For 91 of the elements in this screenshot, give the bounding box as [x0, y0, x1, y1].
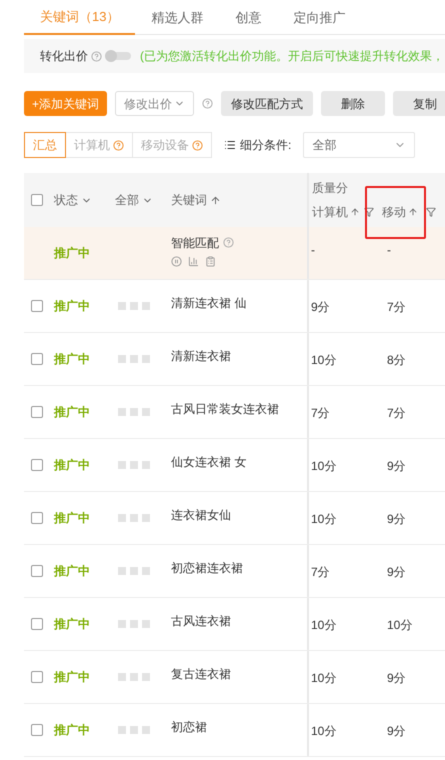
squares-icon: [118, 514, 150, 522]
column-header[interactable]: 全部: [115, 191, 153, 209]
table-cell-text: -: [311, 242, 315, 259]
pause-icon[interactable]: [171, 256, 182, 266]
table-cell-text: 10分: [311, 511, 336, 528]
table-cell-text: 7分: [387, 405, 406, 422]
filter-label: 细分条件:: [240, 137, 292, 154]
column-header: 质量分: [312, 180, 349, 197]
status-text: 推广中: [54, 563, 90, 580]
column-header[interactable]: 关键词: [171, 191, 221, 209]
squares-icon: [118, 461, 150, 469]
filter-select[interactable]: 全部: [303, 132, 416, 158]
table-cell-text: 8分: [387, 352, 406, 369]
keyword-text: 古风连衣裙: [171, 613, 232, 630]
keyword-text: 仙女连衣裙 女: [171, 454, 248, 471]
status-text: 推广中: [54, 510, 90, 527]
table-cell-text: 7分: [387, 299, 406, 316]
table-cell-text: 10分: [311, 352, 336, 369]
checkbox[interactable]: [31, 300, 43, 312]
status-text: 推广中: [54, 351, 90, 368]
status-text: 推广中: [54, 457, 90, 474]
column-header[interactable]: 计算机: [312, 203, 360, 221]
keyword-text: 古风日常装女连衣裙: [171, 401, 280, 418]
squares-icon: [118, 355, 150, 363]
tab[interactable]: 精选人群: [135, 0, 220, 35]
table-cell-text: 9分: [387, 511, 406, 528]
tab[interactable]: 定向推广: [277, 0, 362, 35]
bid-dropdown[interactable]: 修改出价: [115, 91, 194, 116]
status-text: 推广中: [54, 669, 90, 686]
table-cell-text: 9分: [311, 299, 330, 316]
status-text: 推广中: [54, 722, 90, 739]
filter-icon[interactable]: [364, 207, 374, 217]
table-cell-text: 9分: [387, 723, 406, 740]
table-cell-text: 7分: [311, 405, 330, 422]
squares-icon: [118, 302, 150, 310]
squares-icon: [118, 567, 150, 575]
keyword-text: 清新连衣裙 仙: [171, 295, 248, 312]
keyword-text: 初恋裙: [171, 719, 208, 736]
checkbox[interactable]: [31, 512, 43, 524]
arrow-up-icon: [408, 207, 418, 217]
chart-icon[interactable]: [188, 256, 199, 266]
status-text: 推广中: [54, 404, 90, 421]
toolbar-button[interactable]: 复制: [393, 91, 445, 116]
help-icon: [202, 98, 214, 109]
table-cell-text: 10分: [311, 617, 336, 634]
conversion-bid-label: 转化出价: [40, 48, 88, 65]
keyword-text: 清新连衣裙: [171, 348, 232, 365]
squares-icon: [118, 620, 150, 628]
squares-icon: [118, 673, 150, 681]
checkbox[interactable]: [31, 724, 43, 736]
toolbar-button[interactable]: 删除: [321, 91, 386, 116]
toggle-switch[interactable]: [105, 52, 131, 60]
arrow-up-icon: [210, 194, 221, 206]
help-icon: [223, 237, 234, 248]
keyword-text: 复古连衣裙: [171, 666, 232, 683]
help-icon: [192, 140, 203, 150]
status-text: 推广中: [54, 616, 90, 633]
table-cell-text: 10分: [311, 723, 336, 740]
squares-icon: [118, 726, 150, 734]
checkbox[interactable]: [31, 565, 43, 577]
table-cell-text: 9分: [387, 458, 406, 475]
table-cell-text: 10分: [387, 617, 412, 634]
checkbox[interactable]: [31, 459, 43, 471]
tab[interactable]: 创意: [219, 0, 278, 35]
table-cell-text: 7分: [311, 564, 330, 581]
status-text: 推广中: [54, 298, 90, 315]
table-cell-text: 10分: [311, 458, 336, 475]
checkbox[interactable]: [31, 194, 43, 206]
table-cell-text: 10分: [311, 670, 336, 687]
help-icon: [91, 50, 102, 62]
checkbox[interactable]: [31, 671, 43, 683]
keyword-text: 连衣裙女仙: [171, 507, 232, 524]
help-icon: [113, 140, 124, 150]
column-header[interactable]: 移动: [382, 203, 418, 221]
keyword-text: 初恋裙连衣裙: [171, 560, 244, 577]
toolbar-button[interactable]: 修改匹配方式: [221, 91, 314, 116]
keyword-text: 智能匹配: [171, 234, 219, 252]
checkbox[interactable]: [31, 406, 43, 418]
filter-icon[interactable]: [426, 207, 436, 217]
conversion-note: (已为您激活转化出价功能。开启后可快速提升转化效果，: [140, 48, 444, 65]
highlight-box: [365, 186, 426, 239]
column-header[interactable]: 状态: [54, 191, 92, 209]
arrow-up-icon: [350, 207, 360, 217]
table-cell-text: 9分: [387, 670, 406, 687]
clipboard-icon[interactable]: [205, 256, 216, 266]
table-cell-text: 9分: [387, 564, 406, 581]
squares-icon: [118, 408, 150, 416]
checkbox[interactable]: [31, 353, 43, 365]
checkbox[interactable]: [31, 618, 43, 630]
table-cell-text: -: [387, 242, 391, 259]
status-text: 推广中: [54, 245, 90, 262]
